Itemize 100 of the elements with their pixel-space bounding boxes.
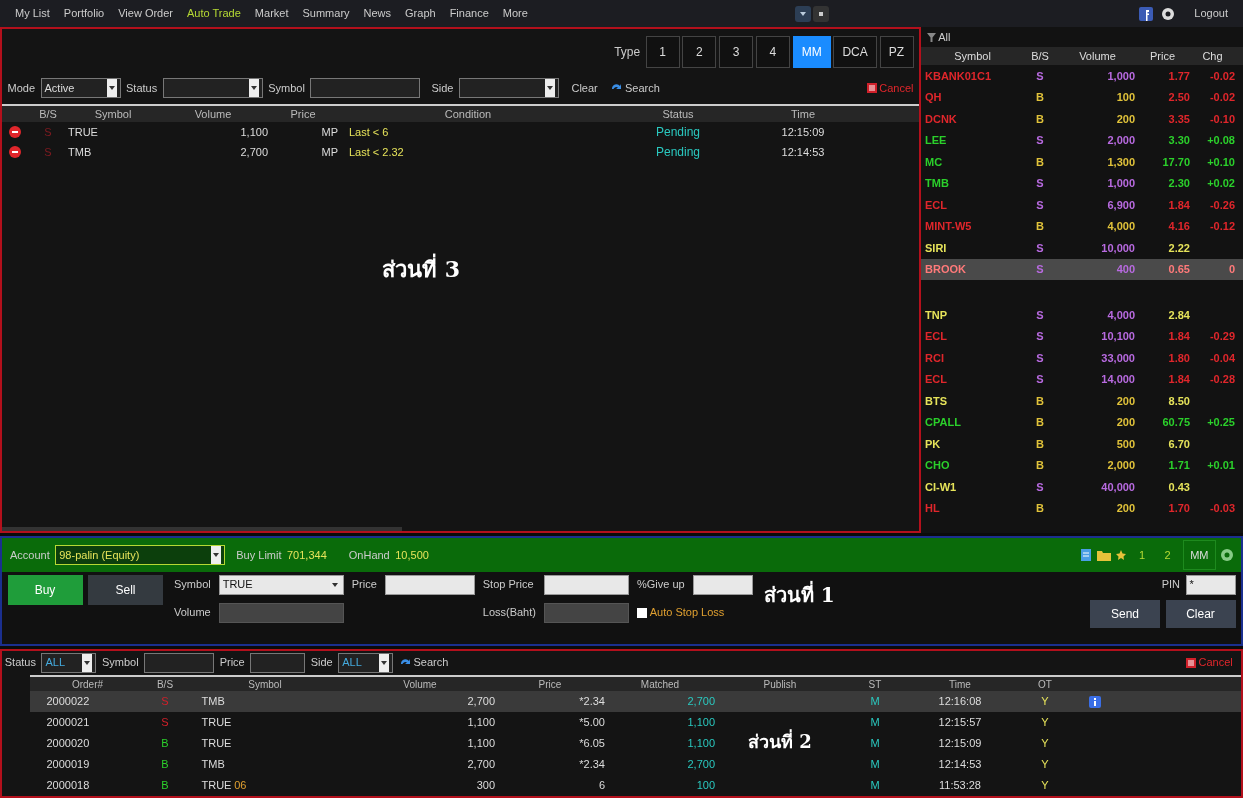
column-header: OT xyxy=(1037,677,1053,692)
ticker-row[interactable]: CI-W1 S 40,000 0.43 xyxy=(921,476,1243,498)
mode-dropdown[interactable]: Active xyxy=(40,78,121,98)
search-button[interactable]: Search xyxy=(413,654,449,671)
ticker-row[interactable]: CPALL B 200 60.75 +0.25 xyxy=(921,411,1243,433)
section-label: ส่วนที่ 3 xyxy=(382,252,460,284)
remove-icon[interactable] xyxy=(9,145,21,158)
account-dropdown[interactable]: 98-palin (Equity) xyxy=(55,544,226,565)
symbol-dropdown[interactable]: TRUE xyxy=(218,574,344,595)
type-tab[interactable]: 3 xyxy=(719,36,754,68)
search-button[interactable]: Search xyxy=(625,79,660,97)
type-tab[interactable]: 4 xyxy=(755,36,790,68)
field-label: Stop Price xyxy=(482,577,535,593)
cancel-button[interactable]: Cancel xyxy=(1198,654,1233,671)
square-icon[interactable] xyxy=(813,5,830,22)
ticker-row[interactable]: KBANK01C1 S 1,000 1.77 -0.02 xyxy=(921,65,1243,87)
column-header: Symbol xyxy=(953,48,992,64)
column-header: Symbol xyxy=(247,677,283,692)
nav-tab[interactable]: More xyxy=(495,3,535,24)
ticker-row[interactable]: SIRI S 10,000 2.22 xyxy=(921,237,1243,259)
delete-icon[interactable] xyxy=(1185,657,1196,668)
delete-icon[interactable] xyxy=(866,83,877,93)
stop-price-field[interactable] xyxy=(543,574,629,595)
filter-icon[interactable] xyxy=(926,32,936,42)
down-icon[interactable] xyxy=(794,5,811,22)
logout-link[interactable]: Logout xyxy=(1187,3,1235,24)
ticker-row[interactable]: QH B 100 2.50 -0.02 xyxy=(921,86,1243,108)
column-header: Publish xyxy=(762,677,798,692)
page-tab[interactable]: 2 xyxy=(1157,544,1178,565)
auto-stop-loss-checkbox[interactable]: Auto Stop Loss xyxy=(636,604,753,621)
nav-tab[interactable]: Auto Trade xyxy=(180,3,248,24)
order-row[interactable]: 2000018 B TRUE 06 300 6 100 M 11:53:28 Y xyxy=(30,774,1241,796)
action-button[interactable]: Buy xyxy=(7,574,83,605)
send-button[interactable]: Send xyxy=(1090,600,1160,628)
action-button[interactable]: Sell xyxy=(88,574,163,605)
cancel-button[interactable]: Cancel xyxy=(879,79,914,97)
side-dropdown[interactable] xyxy=(458,78,559,98)
nav-tab[interactable]: Finance xyxy=(442,3,496,24)
settings-icon[interactable] xyxy=(1161,6,1176,21)
type-tab[interactable]: PZ xyxy=(879,36,914,68)
nav-tab[interactable]: Summary xyxy=(295,3,357,24)
clear-button[interactable]: Clear xyxy=(564,77,605,99)
volume-field[interactable] xyxy=(218,602,344,623)
folder-icon[interactable] xyxy=(1096,548,1111,561)
order-row[interactable]: 2000019 B TMB 2,700 *2.34 2,700 M 12:14:53 Y xyxy=(30,753,1241,775)
price-field[interactable] xyxy=(384,574,475,595)
table-cell-text: MP xyxy=(320,124,338,140)
field-label: Symbol xyxy=(174,577,211,593)
loss-field[interactable] xyxy=(543,602,629,623)
table-cell-text: Last < 2.32 xyxy=(348,144,405,160)
nav-tab[interactable]: Graph xyxy=(398,3,443,24)
nav-tab[interactable]: View Order xyxy=(111,3,181,24)
column-header: Time xyxy=(789,106,816,122)
price-field[interactable] xyxy=(250,652,306,673)
nav-tab[interactable]: Portfolio xyxy=(56,3,112,24)
type-tab[interactable]: 1 xyxy=(645,36,680,68)
type-tab[interactable]: 2 xyxy=(682,36,717,68)
status-dropdown[interactable] xyxy=(162,78,263,98)
ticker-row[interactable]: TNP S 4,000 2.84 xyxy=(921,304,1243,326)
table-cell-text: 12:15:09 xyxy=(780,124,826,140)
social-icon[interactable] xyxy=(1139,6,1154,21)
table-cell-text: MP xyxy=(320,144,338,160)
field-label: Status xyxy=(126,80,158,96)
column-header: Price xyxy=(537,677,563,692)
ticker-row[interactable]: LEE S 2,000 3.30 +0.08 xyxy=(921,129,1243,151)
caret-icon xyxy=(381,660,388,665)
type-tab[interactable]: DCA xyxy=(833,36,877,68)
ticker-row[interactable]: MINT-W5 B 4,000 4.16 -0.12 xyxy=(921,215,1243,237)
ticker-row[interactable]: HL B 200 1.70 -0.03 xyxy=(921,497,1243,519)
ticker-row[interactable]: MC B 1,300 17.70 +0.10 xyxy=(921,151,1243,173)
star-icon[interactable] xyxy=(1116,549,1127,560)
ticker-row[interactable]: ECL S 14,000 1.84 -0.28 xyxy=(921,368,1243,390)
nav-tab[interactable]: My List xyxy=(8,3,57,24)
symbol-field[interactable] xyxy=(310,78,421,98)
status-dropdown[interactable]: ALL xyxy=(41,652,97,673)
ticker-row[interactable]: BTS B 200 8.50 xyxy=(921,390,1243,412)
pin-field[interactable]: * xyxy=(1185,574,1236,595)
give-up-field[interactable] xyxy=(692,574,753,595)
remove-icon[interactable] xyxy=(9,125,21,138)
page-tab[interactable]: 1 xyxy=(1131,544,1153,565)
nav-tab[interactable]: News xyxy=(356,3,399,24)
nav-tab[interactable]: Market xyxy=(247,3,296,24)
order-row[interactable]: 2000022 S TMB 2,700 *2.34 2,700 M 12:16:08 Y xyxy=(30,690,1241,712)
clear-button[interactable]: Clear xyxy=(1165,600,1236,628)
column-header: Price xyxy=(1148,48,1177,64)
ticker-row[interactable]: ECL S 10,100 1.84 -0.29 xyxy=(921,325,1243,347)
side-dropdown[interactable]: ALL xyxy=(338,652,394,673)
ticker-row[interactable]: BROOK S 400 0.65 0 xyxy=(921,258,1243,280)
info-icon[interactable] xyxy=(1089,695,1101,708)
ticker-row[interactable]: TMB S 1,000 2.30 +0.02 xyxy=(921,172,1243,194)
ticker-row[interactable]: RCI S 33,000 1.80 -0.04 xyxy=(921,347,1243,369)
ticker-row[interactable]: PK B 500 6.70 xyxy=(921,433,1243,455)
caret-icon xyxy=(108,86,115,90)
ticker-row[interactable]: DCNK B 200 3.35 -0.10 xyxy=(921,108,1243,130)
ticker-row[interactable]: ECL S 6,900 1.84 -0.26 xyxy=(921,194,1243,216)
list-icon[interactable] xyxy=(1081,548,1092,561)
caret-icon xyxy=(546,86,553,90)
ticker-row[interactable]: CHO B 2,000 1.71 +0.01 xyxy=(921,454,1243,476)
symbol-field[interactable] xyxy=(144,652,215,673)
caret-icon xyxy=(213,552,220,557)
